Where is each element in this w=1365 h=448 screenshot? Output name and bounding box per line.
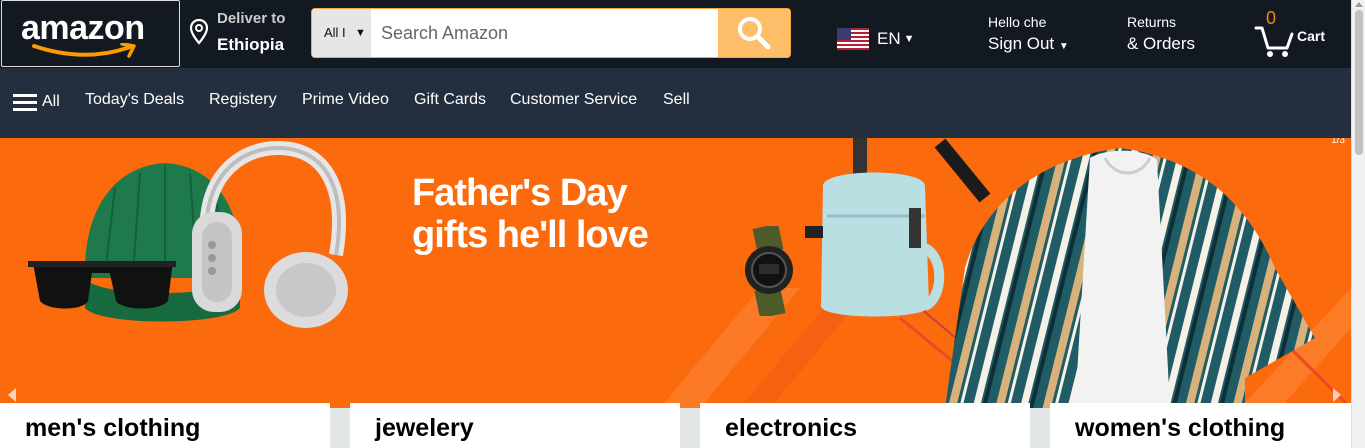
headphones-image bbox=[192, 140, 348, 328]
category-card-electronics[interactable]: electronics bbox=[700, 403, 1030, 448]
page-scrollbar[interactable] bbox=[1351, 0, 1365, 448]
deliver-label: Deliver to bbox=[217, 10, 286, 27]
account-menu[interactable]: Hello che Sign Out ▼ bbox=[988, 14, 1069, 54]
logo-smile-icon bbox=[32, 43, 136, 58]
hamburger-menu-icon bbox=[13, 94, 37, 111]
search-category-select[interactable]: All I ▼ bbox=[312, 9, 371, 57]
nav-customer-service[interactable]: Customer Service bbox=[510, 91, 637, 109]
scrollbar-thumb[interactable] bbox=[1355, 10, 1363, 155]
all-menu-button[interactable]: All bbox=[13, 93, 60, 111]
cart-icon bbox=[1254, 26, 1294, 57]
location-pin-icon bbox=[189, 18, 209, 45]
chevron-down-icon: ▼ bbox=[355, 27, 366, 39]
slide-indicator: 1/3 bbox=[1331, 138, 1345, 146]
search-icon bbox=[738, 17, 771, 50]
us-flag-icon bbox=[837, 28, 869, 50]
search-bar: All I ▼ bbox=[311, 8, 791, 58]
watch-image bbox=[745, 226, 793, 316]
returns-label: Returns bbox=[1127, 14, 1177, 30]
sign-out-label: Sign Out bbox=[988, 34, 1055, 53]
nav-prime-video[interactable]: Prime Video bbox=[302, 91, 389, 109]
language-code: EN bbox=[877, 29, 901, 48]
carousel-next-arrow-icon[interactable] bbox=[1333, 388, 1341, 402]
top-nav: amazon Deliver to Ethiopia All I ▼ Searc… bbox=[0, 0, 1351, 68]
search-button[interactable] bbox=[718, 9, 790, 57]
striped-shirt-image bbox=[945, 148, 1315, 408]
cart-button[interactable]: 0 Cart bbox=[1254, 8, 1334, 62]
deliver-country: Ethiopia bbox=[217, 35, 285, 54]
returns-orders[interactable]: Returns & Orders bbox=[1127, 14, 1195, 54]
search-category-value: All I bbox=[324, 25, 346, 40]
sling-bag-image bbox=[805, 138, 945, 317]
category-card-womens-clothing[interactable]: women's clothing bbox=[1050, 403, 1351, 448]
sunglasses-image bbox=[28, 261, 176, 309]
account-greeting: Hello che bbox=[988, 14, 1047, 30]
caret-down-icon: ▼ bbox=[1058, 41, 1069, 52]
hero-headline: Father's Day gifts he'll love bbox=[412, 172, 649, 256]
carousel-prev-arrow-icon[interactable] bbox=[8, 388, 16, 402]
category-title: women's clothing bbox=[1075, 414, 1286, 442]
all-menu-label: All bbox=[42, 93, 60, 110]
hero-banner[interactable]: Father's Day gifts he'll love 1/3 bbox=[0, 138, 1351, 408]
nav-sell[interactable]: Sell bbox=[663, 91, 690, 109]
hero-headline-line2: gifts he'll love bbox=[412, 214, 649, 256]
search-input[interactable] bbox=[371, 9, 718, 57]
nav-todays-deals[interactable]: Today's Deals bbox=[85, 91, 184, 109]
category-title: electronics bbox=[725, 414, 858, 442]
category-title: jewelery bbox=[375, 414, 474, 442]
sign-out-link[interactable]: Sign Out ▼ bbox=[988, 34, 1069, 54]
cart-label: Cart bbox=[1297, 28, 1326, 44]
scroll-up-arrow-icon[interactable] bbox=[1355, 2, 1363, 7]
hero-headline-line1: Father's Day bbox=[412, 172, 628, 214]
deliver-to[interactable]: Deliver to Ethiopia bbox=[187, 8, 307, 58]
amazon-logo[interactable]: amazon bbox=[1, 0, 180, 67]
language-selector[interactable]: EN ▼ bbox=[837, 26, 915, 52]
orders-label: & Orders bbox=[1127, 34, 1196, 53]
category-title: men's clothing bbox=[25, 414, 201, 442]
sub-nav: All Today's Deals Registery Prime Video … bbox=[0, 68, 1351, 138]
page: amazon Deliver to Ethiopia All I ▼ Searc… bbox=[0, 0, 1365, 448]
nav-gift-cards[interactable]: Gift Cards bbox=[414, 91, 486, 109]
category-card-jewelery[interactable]: jewelery bbox=[350, 403, 680, 448]
category-card-mens-clothing[interactable]: men's clothing bbox=[0, 403, 330, 448]
chevron-down-icon: ▼ bbox=[903, 33, 915, 45]
nav-registery[interactable]: Registery bbox=[209, 91, 277, 109]
